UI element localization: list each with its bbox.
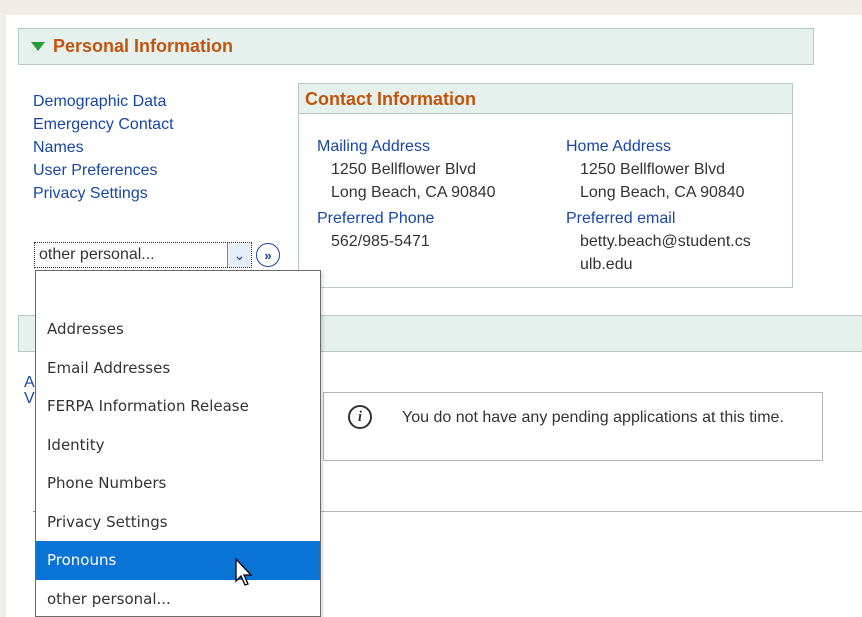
preferred-email-line2: ulb.edu [580, 256, 633, 273]
select-value: other personal... [39, 246, 155, 263]
option-ferpa-information-release[interactable]: FERPA Information Release [36, 387, 320, 426]
mailing-address-line2: Long Beach, CA 90840 [331, 184, 496, 201]
message-text: You do not have any pending applications… [402, 409, 784, 426]
preferred-email-label: Preferred email [566, 210, 676, 227]
chevron-down-icon[interactable]: ⌄ [227, 243, 251, 267]
contact-column-left: Mailing Address 1250 Bellflower Blvd Lon… [317, 136, 496, 253]
preferred-email-line1: betty.beach@student.cs [580, 233, 751, 250]
link-demographic-data[interactable]: Demographic Data [33, 90, 174, 113]
option-phone-numbers[interactable]: Phone Numbers [36, 464, 320, 503]
mouse-pointer-icon [235, 557, 253, 586]
other-personal-select-group: other personal... ⌄ » [34, 242, 280, 268]
other-personal-select[interactable]: other personal... ⌄ [34, 242, 252, 268]
contact-column-right: Home Address 1250 Bellflower Blvd Long B… [566, 136, 791, 276]
link-privacy-settings[interactable]: Privacy Settings [33, 182, 174, 205]
partial-link-v[interactable]: V [24, 390, 35, 408]
option-identity[interactable]: Identity [36, 426, 320, 465]
option-other-personal[interactable]: other personal... [36, 580, 320, 617]
page: Personal Information Demographic Data Em… [6, 15, 862, 617]
option-privacy-settings[interactable]: Privacy Settings [36, 503, 320, 542]
contact-information-box: Contact Information Mailing Address 1250… [298, 83, 793, 288]
option-email-addresses[interactable]: Email Addresses [36, 349, 320, 388]
home-address-line1: 1250 Bellflower Blvd [580, 161, 725, 178]
home-address-line2: Long Beach, CA 90840 [580, 184, 745, 201]
contact-title: Contact Information [299, 84, 792, 114]
pending-applications-message: i You do not have any pending applicatio… [323, 392, 823, 461]
option-pronouns[interactable]: Pronouns [36, 541, 320, 580]
double-chevron-right-icon[interactable]: » [256, 243, 280, 267]
mailing-address-line1: 1250 Bellflower Blvd [331, 161, 476, 178]
collapse-triangle-icon[interactable] [31, 42, 45, 51]
link-user-preferences[interactable]: User Preferences [33, 159, 174, 182]
personal-links: Demographic Data Emergency Contact Names… [33, 90, 174, 205]
divider-line [316, 511, 862, 512]
link-names[interactable]: Names [33, 136, 174, 159]
select-dropdown-list: Addresses Email Addresses FERPA Informat… [35, 270, 321, 617]
preferred-phone-label: Preferred Phone [317, 210, 435, 227]
section-title: Personal Information [53, 36, 234, 56]
link-emergency-contact[interactable]: Emergency Contact [33, 113, 174, 136]
home-address-label: Home Address [566, 138, 671, 155]
mailing-address-label: Mailing Address [317, 138, 430, 155]
option-addresses[interactable]: Addresses [36, 310, 320, 349]
personal-info-header[interactable]: Personal Information [18, 28, 814, 65]
preferred-phone-value: 562/985-5471 [331, 233, 430, 250]
info-icon: i [348, 405, 372, 429]
